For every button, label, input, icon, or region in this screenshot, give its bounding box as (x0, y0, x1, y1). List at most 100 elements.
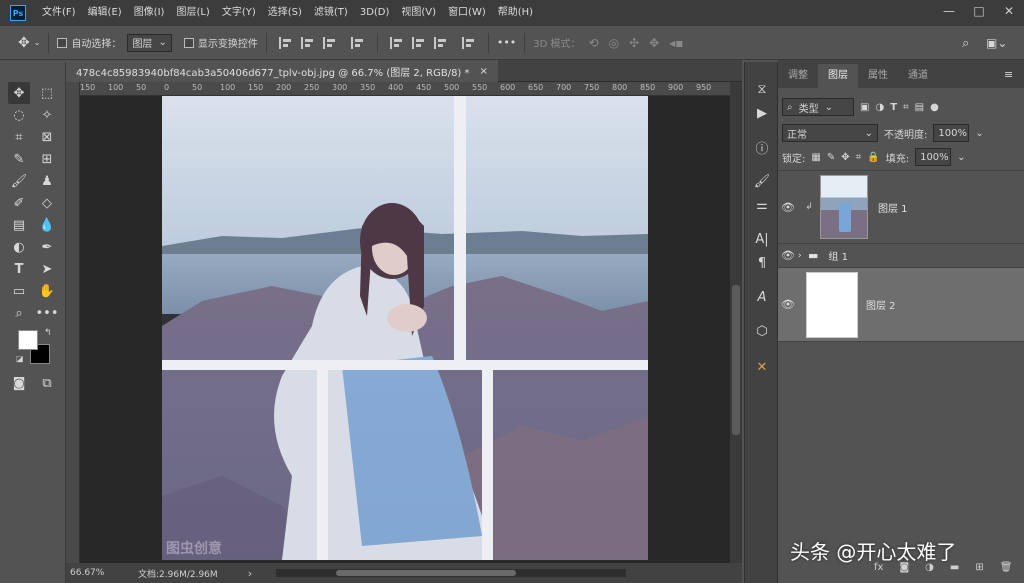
character-icon[interactable]: A| (753, 230, 771, 248)
search-icon[interactable]: ⌕ (962, 36, 969, 51)
frame-tool-icon[interactable]: ⊠ (36, 126, 58, 148)
align-left-icon[interactable] (278, 36, 293, 49)
align-right-icon[interactable] (322, 36, 337, 49)
tab-channels[interactable]: 通道 (898, 64, 938, 88)
marquee-tool-icon[interactable]: ⬚ (36, 82, 58, 104)
actions-play-icon[interactable]: ▶ (753, 104, 771, 122)
3d-cube-icon[interactable]: ⬡ (753, 322, 771, 340)
menu-edit[interactable]: 编辑(E) (82, 0, 128, 26)
opacity-input[interactable]: 100% (933, 124, 970, 142)
horizontal-scrollbar[interactable] (276, 569, 627, 577)
menu-type[interactable]: 文字(Y) (216, 0, 262, 26)
menu-help[interactable]: 帮助(H) (492, 0, 539, 26)
magic-wand-tool-icon[interactable]: ✧ (36, 104, 58, 126)
distribute-vertical-icon[interactable] (461, 36, 476, 49)
history-brush-tool-icon[interactable]: ✐ (8, 192, 30, 214)
menu-image[interactable]: 图像(I) (128, 0, 171, 26)
layer-name[interactable]: 图层 1 (878, 200, 908, 215)
default-colors-icon[interactable]: ◪ (16, 354, 24, 363)
chevron-down-icon[interactable]: ⌄ (957, 152, 965, 163)
tab-properties[interactable]: 属性 (858, 64, 898, 88)
close-tab-icon[interactable]: × (480, 66, 488, 77)
foreground-color-swatch-front[interactable] (18, 330, 38, 350)
lock-transparent-icon[interactable]: ▦ (811, 152, 820, 163)
menu-select[interactable]: 选择(S) (262, 0, 308, 26)
show-transform-checkbox[interactable]: 显示变换控件 (183, 35, 258, 50)
crop-tool-icon[interactable]: ⌗ (8, 126, 30, 148)
3d-pan-icon[interactable]: ✣ (629, 36, 639, 50)
new-layer-icon[interactable]: ⊞ (975, 562, 983, 573)
kind-filter-dropdown[interactable]: ⌕ 类型 ⌄ (782, 98, 854, 116)
checkbox-box[interactable] (183, 37, 194, 48)
lock-artboard-icon[interactable]: ⌗ (856, 152, 862, 163)
menu-view[interactable]: 视图(V) (395, 0, 442, 26)
filter-shape-icon[interactable]: ⌗ (903, 102, 909, 113)
stamp-tool-icon[interactable]: ♟ (36, 170, 58, 192)
tool-presets-icon[interactable]: ✕ (753, 358, 771, 376)
dodge-tool-icon[interactable]: ◐ (8, 236, 30, 258)
move-tool-icon[interactable]: ✥ (8, 82, 30, 104)
brush-settings-icon[interactable]: 🖌 (753, 172, 771, 190)
info-icon[interactable]: ⓘ (753, 138, 771, 157)
layer-name[interactable]: 图层 2 (866, 297, 896, 312)
screen-mode-icon[interactable]: ⧉ (36, 372, 58, 394)
glyphs-icon[interactable]: A (753, 288, 771, 306)
layer-row-group1[interactable]: 👁 › ▬ 组 1 (778, 244, 1024, 268)
status-menu-arrow[interactable]: › (248, 567, 252, 580)
menu-window[interactable]: 窗口(W) (442, 0, 492, 26)
brush-tool-icon[interactable]: 🖌 (8, 170, 30, 192)
scrollbar-thumb[interactable] (732, 285, 740, 435)
tab-adjustments[interactable]: 调整 (778, 64, 818, 88)
filter-toggle-icon[interactable]: ● (930, 102, 939, 113)
menu-3d[interactable]: 3D(D) (354, 0, 396, 26)
align-middle-icon[interactable] (411, 36, 426, 49)
document-image[interactable]: 图虫创意 (162, 96, 648, 560)
chevron-down-icon[interactable]: ⌄ (975, 128, 983, 139)
brush-presets-icon[interactable]: ⚌ (753, 196, 771, 214)
zoom-tool-icon[interactable]: ⌕ (8, 302, 30, 324)
panel-menu-icon[interactable]: ≡ (1004, 68, 1013, 81)
maximize-icon[interactable]: □ (964, 0, 994, 22)
visibility-eye-icon[interactable]: 👁 (778, 201, 798, 214)
pen-tool-icon[interactable]: ✒ (36, 236, 58, 258)
document-tab[interactable]: 478c4c85983940bf84cab3a50406d677_tplv-ob… (66, 60, 498, 82)
more-tools-icon[interactable]: ••• (36, 302, 59, 324)
history-icon[interactable]: ⧖ (753, 80, 771, 98)
group-expand-chevron-icon[interactable]: › (798, 251, 808, 261)
lock-all-icon[interactable]: 🔒 (867, 152, 879, 163)
align-top-icon[interactable] (389, 36, 404, 49)
3d-camera-icon[interactable]: ◂▪ (669, 36, 683, 50)
menu-file[interactable]: 文件(F) (36, 0, 82, 26)
lasso-tool-icon[interactable]: ◌ (8, 104, 30, 126)
distribute-icon[interactable] (350, 36, 365, 49)
visibility-eye-icon[interactable]: 👁 (778, 249, 798, 262)
eraser-tool-icon[interactable]: ◇ (36, 192, 58, 214)
fill-input[interactable]: 100% (915, 148, 952, 166)
3d-roll-icon[interactable]: ◎ (609, 36, 619, 50)
close-window-icon[interactable]: ✕ (994, 0, 1024, 22)
align-bottom-icon[interactable] (433, 36, 448, 49)
patch-tool-icon[interactable]: ⊞ (36, 148, 58, 170)
filter-smart-icon[interactable]: ▤ (915, 102, 924, 113)
tool-preset-chevron-icon[interactable]: ⌄ (34, 38, 41, 47)
layer-row-layer2-selected[interactable]: 👁 图层 2 (778, 268, 1024, 342)
zoom-level[interactable]: 66.67% (70, 568, 132, 578)
visibility-eye-icon[interactable]: 👁 (778, 298, 798, 311)
3d-orbit-icon[interactable]: ⟲ (589, 36, 599, 50)
align-center-icon[interactable] (300, 36, 315, 49)
filter-adjustment-icon[interactable]: ◑ (875, 102, 884, 113)
auto-select-dropdown[interactable]: 图层 ⌄ (127, 33, 172, 52)
delete-layer-icon[interactable]: 🗑 (1000, 562, 1013, 573)
rectangle-tool-icon[interactable]: ▭ (8, 280, 30, 302)
menu-layer[interactable]: 图层(L) (170, 0, 215, 26)
checkbox-box[interactable] (57, 37, 68, 48)
path-select-tool-icon[interactable]: ➤ (36, 258, 58, 280)
more-options-button[interactable]: ••• (497, 36, 516, 49)
lock-pixels-icon[interactable]: ✎ (827, 152, 835, 163)
blend-mode-dropdown[interactable]: 正常 ⌄ (782, 124, 878, 142)
quick-mask-icon[interactable]: ◙ (8, 372, 30, 394)
filter-pixel-icon[interactable]: ▣ (860, 102, 869, 113)
lock-position-icon[interactable]: ✥ (841, 152, 849, 163)
filter-type-icon[interactable]: T (890, 102, 897, 113)
menu-filter[interactable]: 滤镜(T) (308, 0, 354, 26)
